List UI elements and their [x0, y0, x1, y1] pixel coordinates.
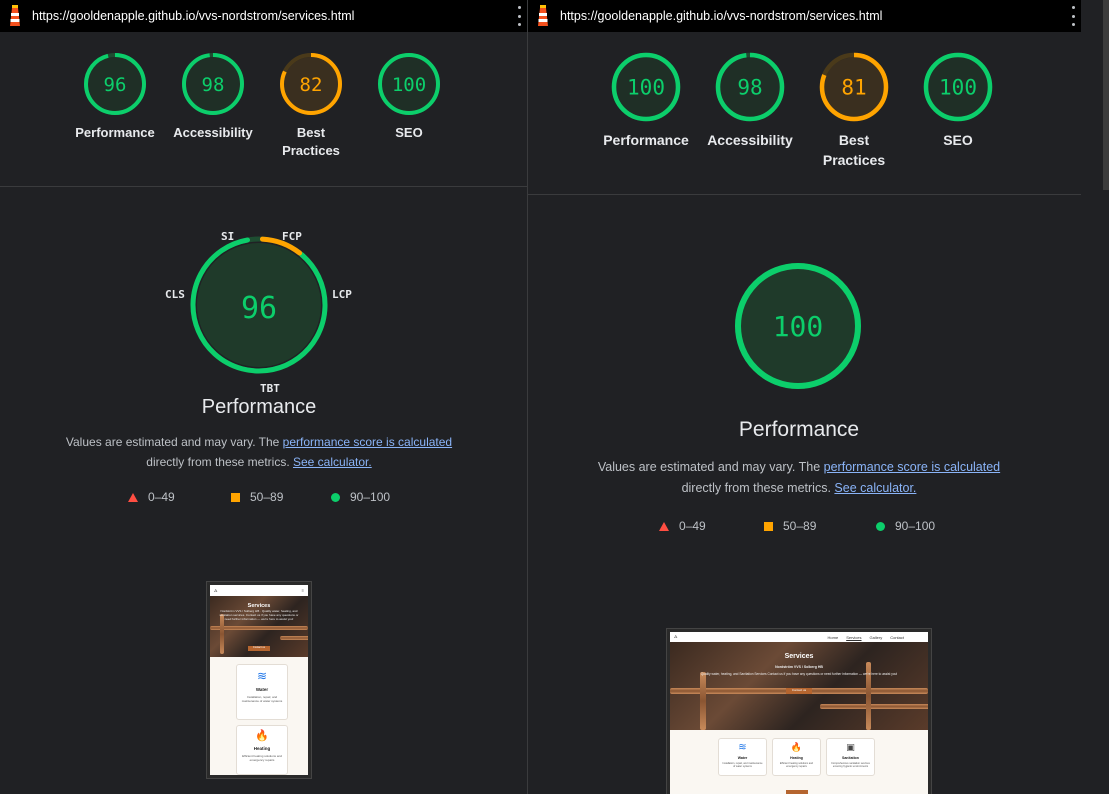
- thumb-nav-services: Services: [846, 634, 862, 640]
- pass-circle-icon: [331, 492, 340, 502]
- score-value: 100: [939, 76, 977, 100]
- category-scores: 96 Performance 98 Accessibility 82 Best Practi…: [66, 52, 458, 160]
- score-label: Accessibility: [707, 132, 793, 148]
- thumb-card-water: ≋ Water Installation, repair, and mainte…: [236, 664, 288, 720]
- fail-triangle-icon: [128, 492, 138, 502]
- performance-title: Performance: [738, 418, 860, 441]
- lighthouse-report-right: https://gooldenapple.github.io/vvs-nords…: [528, 0, 1081, 794]
- category-score[interactable]: 100 SEO: [906, 52, 1010, 170]
- performance-gauge: 100: [735, 263, 861, 389]
- performance-metrics-gauge: 96: [190, 236, 328, 374]
- score-label: Performance: [75, 125, 155, 140]
- score-gauge: 82: [280, 53, 342, 115]
- thumb-card-heating: 🔥 Heating Efficient heating solutions an…: [236, 725, 288, 775]
- more-options-icon[interactable]: [517, 6, 521, 26]
- metric-tbt-label: TBT: [260, 382, 280, 395]
- water-waves-icon: ≋: [256, 669, 268, 683]
- score-value: 100: [627, 76, 665, 100]
- url-bar: https://gooldenapple.github.io/vvs-nords…: [0, 0, 527, 32]
- more-options-icon[interactable]: [1071, 6, 1075, 26]
- score-value: 96: [104, 74, 127, 96]
- category-score[interactable]: 82 Best Practices: [262, 52, 360, 160]
- average-square-icon: [764, 521, 773, 531]
- category-scores: 100 Performance 98 Accessibility 81 Best Pract…: [594, 52, 1010, 170]
- right-gutter: [1081, 0, 1109, 794]
- page-url: https://gooldenapple.github.io/vvs-nords…: [560, 9, 883, 23]
- score-label: Performance: [603, 132, 689, 148]
- score-gauge: 98: [715, 52, 785, 122]
- flame-logo-icon: 🜂: [214, 587, 218, 593]
- score-calculated-link[interactable]: performance score is calculated: [283, 435, 452, 449]
- score-value: 82: [300, 74, 323, 96]
- category-score[interactable]: 98 Accessibility: [698, 52, 802, 170]
- thumb-card-sanitation: ▣ Sanitation Comprehensive sanitation se…: [826, 738, 875, 776]
- score-legend: 0–49 50–89 90–100: [128, 490, 390, 504]
- category-score[interactable]: 100 SEO: [360, 52, 458, 160]
- performance-description: Values are estimated and may vary. The p…: [65, 435, 453, 470]
- performance-title: Performance: [201, 396, 317, 418]
- score-gauge: 100: [923, 52, 993, 122]
- score-label: SEO: [395, 125, 423, 140]
- metric-cls-label: CLS: [165, 288, 185, 301]
- score-value: 100: [392, 74, 426, 96]
- score-gauge: 96: [84, 53, 146, 115]
- thumb-nav-home: Home: [827, 634, 839, 640]
- flame-icon: 🔥: [790, 742, 803, 752]
- thumb-navbar: 🜂 ≡: [210, 585, 308, 596]
- metric-lcp-label: LCP: [332, 288, 352, 301]
- water-waves-icon: ≋: [738, 742, 747, 753]
- thumb-hero: Services Nordström VVS / Solberg HB Qual…: [670, 642, 928, 730]
- category-score[interactable]: 81 Best Practices: [802, 52, 906, 170]
- toilet-icon: ▣: [846, 742, 855, 752]
- score-gauge: 98: [182, 53, 244, 115]
- url-bar: https://gooldenapple.github.io/vvs-nords…: [528, 0, 1081, 32]
- score-value: 98: [737, 76, 762, 100]
- category-score[interactable]: 100 Performance: [594, 52, 698, 170]
- scrollbar-thumb[interactable]: [1103, 0, 1109, 190]
- gauge-score: 96: [241, 291, 277, 326]
- fail-triangle-icon: [659, 521, 669, 531]
- thumb-hero: Services Nordström VVS / Solberg HB · Qu…: [210, 596, 308, 657]
- thumb-card-water: ≋ Water Installation, repair, and mainte…: [718, 738, 767, 776]
- score-calculated-link[interactable]: performance score is calculated: [824, 460, 1000, 474]
- see-calculator-link[interactable]: See calculator.: [834, 481, 916, 495]
- performance-description: Values are estimated and may vary. The p…: [597, 460, 1001, 496]
- final-screenshot-thumbnail[interactable]: 🜂 ≡ Services Nordström VVS / Solberg HB …: [206, 581, 312, 779]
- score-label: Best Practices: [282, 125, 340, 159]
- pass-circle-icon: [876, 521, 885, 531]
- score-label: Best Practices: [822, 132, 886, 168]
- flame-icon: 🔥: [255, 730, 269, 742]
- lighthouse-report-left: https://gooldenapple.github.io/vvs-nords…: [0, 0, 527, 794]
- gauge-score: 100: [773, 310, 824, 343]
- thumb-nav-gallery: Gallery: [869, 634, 883, 640]
- score-value: 98: [202, 74, 225, 96]
- score-gauge: 81: [819, 52, 889, 122]
- thumb-navbar: 🜂 Home Services Gallery Contact: [670, 632, 928, 642]
- thumb-card-heating: 🔥 Heating Efficient heating solutions an…: [772, 738, 821, 776]
- thumb-nav-contact: Contact: [890, 634, 904, 640]
- score-label: Accessibility: [173, 125, 253, 140]
- category-score[interactable]: 96 Performance: [66, 52, 164, 160]
- final-screenshot-thumbnail[interactable]: 🜂 Home Services Gallery Contact Services…: [666, 628, 932, 794]
- score-gauge: 100: [378, 53, 440, 115]
- flame-logo-icon: 🜂: [674, 634, 678, 639]
- score-gauge: 100: [611, 52, 681, 122]
- metric-fcp-label: FCP: [282, 230, 302, 243]
- score-value: 81: [841, 76, 866, 100]
- lighthouse-icon: [4, 3, 26, 29]
- average-square-icon: [231, 492, 240, 502]
- divider: [528, 194, 1081, 195]
- divider: [0, 186, 527, 187]
- metric-si-label: SI: [221, 230, 235, 243]
- page-url: https://gooldenapple.github.io/vvs-nords…: [32, 9, 355, 23]
- category-score[interactable]: 98 Accessibility: [164, 52, 262, 160]
- thumb-more-button: [786, 790, 808, 794]
- score-legend: 0–49 50–89 90–100: [659, 519, 935, 533]
- see-calculator-link[interactable]: See calculator.: [293, 455, 372, 469]
- score-label: SEO: [943, 132, 973, 148]
- hamburger-menu-icon: ≡: [301, 588, 304, 593]
- lighthouse-icon: [532, 3, 554, 29]
